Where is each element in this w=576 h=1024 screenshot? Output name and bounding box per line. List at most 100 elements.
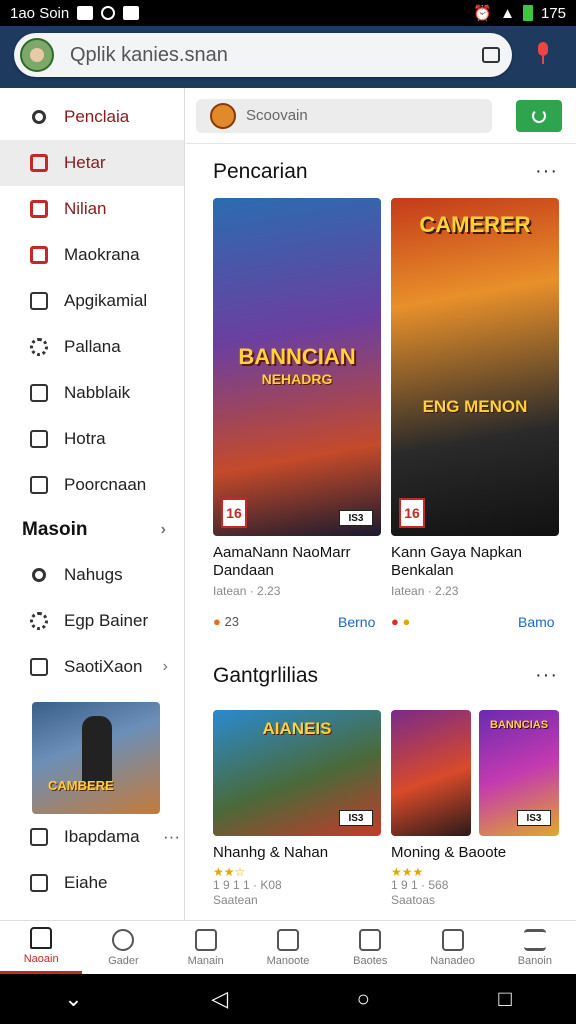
- menu-icon: [523, 928, 546, 951]
- clock: 175: [540, 4, 566, 22]
- sidebar-item[interactable]: Ibapdama ···: [0, 814, 184, 860]
- box-icon: [28, 152, 50, 174]
- nav-label: Naoain: [23, 953, 59, 965]
- game-card[interactable]: BANNCIAN NEHADRG 16 IS3: [213, 198, 381, 536]
- card-sub: Saatoas: [391, 893, 436, 907]
- lock-icon[interactable]: [482, 47, 500, 63]
- sidebar-item-active[interactable]: Hetar: [0, 140, 184, 186]
- nav-search[interactable]: Gader: [82, 921, 164, 974]
- chevron-right-icon: ›: [160, 521, 166, 538]
- status-left-text: 1ao Soin: [10, 4, 70, 22]
- home-icon: [30, 927, 53, 949]
- recents-icon[interactable]: □: [498, 986, 511, 1012]
- sidebar-item-label: Egp Bainer: [64, 611, 149, 630]
- sidebar-item-label: Apgikamial: [64, 291, 148, 310]
- image-icon: [28, 656, 50, 678]
- card-sub: Saatean: [213, 893, 258, 907]
- sidebar-item[interactable]: SaotiXaon ›: [0, 644, 184, 690]
- card-title[interactable]: Nhanhg & Nahan: [213, 844, 328, 862]
- bottom-nav: Naoain Gader Manain Manoote Baotes Nanad…: [0, 920, 576, 974]
- card-title[interactable]: Kann Gaya Napkan Benkalan: [391, 544, 561, 580]
- search-icon: [28, 106, 50, 128]
- more-icon[interactable]: ···: [535, 160, 558, 183]
- search-bar[interactable]: Qplik kanies.snan: [14, 33, 512, 77]
- search-input[interactable]: Qplik kanies.snan: [70, 44, 228, 67]
- sidebar-item-label: Nahugs: [64, 565, 123, 584]
- refresh-button[interactable]: [516, 99, 562, 132]
- stars: ★★★: [391, 865, 424, 879]
- sidebar-item[interactable]: Hotra: [0, 416, 184, 462]
- sidebar-item[interactable]: Egp Bainer: [0, 598, 184, 644]
- sidebar-item[interactable]: Nahugs: [0, 552, 184, 598]
- chevron-down-icon[interactable]: ⌄: [64, 986, 82, 1012]
- calendar-icon: [28, 474, 50, 496]
- alarm-icon: ⏰: [473, 5, 493, 22]
- circle-icon: [28, 610, 50, 632]
- card-rating: ● 23: [213, 614, 239, 629]
- sidebar-item[interactable]: Nabblaik: [0, 370, 184, 416]
- game-card[interactable]: [391, 710, 471, 836]
- card-art-subtitle: NEHADRG: [261, 371, 333, 387]
- game-card[interactable]: BANNCIAS IS3: [479, 710, 559, 836]
- sidebar-item-search[interactable]: Penclaia: [0, 94, 184, 140]
- card-meta: 1 9 1 1 · K08: [213, 878, 282, 892]
- sub-search-text: Scoovain: [246, 107, 308, 124]
- nav-item[interactable]: Baotes: [329, 921, 411, 974]
- sidebar-item[interactable]: Maokrana: [0, 232, 184, 278]
- sidebar-item-label: Poorcnaan: [64, 475, 147, 494]
- nav-item[interactable]: Banoin: [494, 921, 576, 974]
- more-icon[interactable]: ···: [163, 827, 180, 847]
- sidebar-item-label: Ibapdama: [64, 827, 140, 846]
- card-title[interactable]: Moning & Baoote: [391, 844, 506, 862]
- card-stars: ★★☆: [213, 864, 245, 879]
- gear-icon: [28, 336, 50, 358]
- battery-icon: [522, 5, 533, 21]
- stars: ★★☆: [213, 865, 246, 879]
- sidebar-item[interactable]: Eiahe: [0, 860, 184, 906]
- house-icon: [194, 928, 217, 951]
- sidebar-item[interactable]: Poorcnaan: [0, 462, 184, 508]
- platform-badge: IS3: [339, 810, 373, 826]
- card-art-subtitle: ENG MENON: [422, 397, 528, 416]
- game-card[interactable]: AIANEIS IS3: [213, 710, 381, 836]
- sidebar-item[interactable]: Apgikamial: [0, 278, 184, 324]
- sidebar-item[interactable]: Pallana: [0, 324, 184, 370]
- sidebar-item[interactable]: Nilian: [0, 186, 184, 232]
- sidebar-promo-image[interactable]: CAMBERE: [32, 702, 160, 814]
- nav-item[interactable]: Nanadeo: [411, 921, 493, 974]
- sidebar: Penclaia Hetar Nilian Maokrana Apgikamia…: [0, 88, 185, 920]
- home-button-icon[interactable]: ○: [357, 986, 370, 1012]
- card-link[interactable]: Bamo: [518, 614, 555, 630]
- age-rating-badge: 16: [399, 498, 425, 528]
- hexagon-icon: [359, 928, 382, 951]
- section-title: Gantgrlilias: [213, 664, 319, 687]
- nav-label: Manoote: [266, 954, 310, 967]
- card-meta: Iatean · 2.23: [213, 584, 281, 598]
- mic-icon[interactable]: [536, 42, 550, 66]
- avatar[interactable]: [20, 38, 54, 72]
- card-link[interactable]: Berno: [338, 614, 375, 630]
- card-art-title: BANNCIAN: [238, 344, 356, 369]
- more-icon[interactable]: ···: [535, 664, 558, 687]
- main-content: Scoovain Pencarian ··· BANNCIAN NEHADRG …: [186, 88, 576, 920]
- card-rating-value: 23: [224, 614, 239, 629]
- search-icon: [28, 564, 50, 586]
- sidebar-section-head[interactable]: Masoin ›: [0, 508, 184, 552]
- sync-icon: [101, 6, 116, 20]
- back-icon[interactable]: ◁: [211, 986, 228, 1012]
- chevron-right-icon: ›: [162, 658, 168, 675]
- card-title[interactable]: AamaNann NaoMarr Dandaan: [213, 544, 383, 580]
- mail-icon: [77, 6, 94, 20]
- card-icons: ● ●: [391, 614, 410, 629]
- search-icon: [112, 928, 135, 951]
- nav-label: Banoin: [517, 954, 552, 967]
- nav-item[interactable]: Manoote: [247, 921, 329, 974]
- nav-home[interactable]: Naoain: [0, 921, 83, 974]
- top-bar: Qplik kanies.snan: [0, 26, 576, 88]
- nav-item[interactable]: Manain: [165, 921, 247, 974]
- sidebar-item-label: Hetar: [64, 153, 106, 172]
- sidebar-item-label: Pallana: [64, 337, 121, 356]
- sub-search-input[interactable]: Scoovain: [196, 98, 492, 133]
- game-card[interactable]: CAMERER ENG MENON 16: [391, 198, 559, 536]
- card-art-title: BANNCIAS: [489, 719, 549, 731]
